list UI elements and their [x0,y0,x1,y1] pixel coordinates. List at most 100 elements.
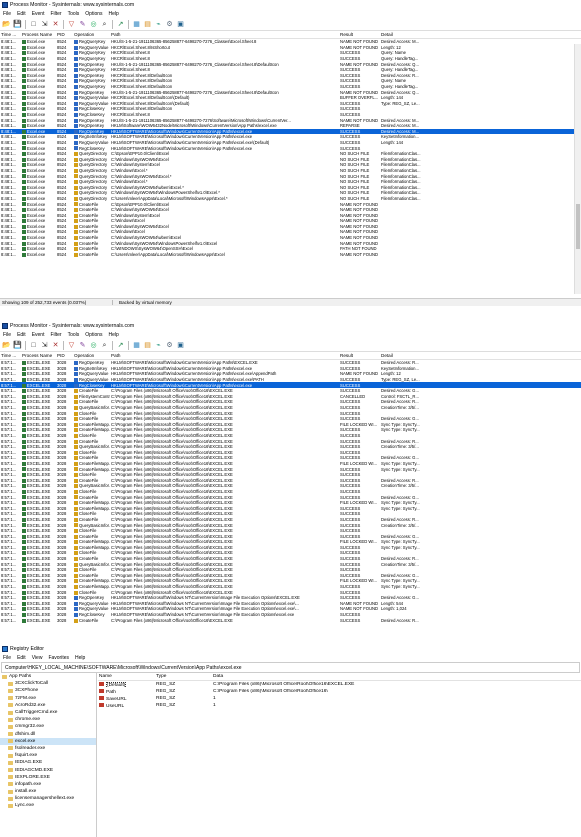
event-row[interactable]: 8:48:1... Excel.exe 8524 QueryDirectory C:\W… [0,156,581,162]
event-row[interactable]: 8:57:1... EXCEL.EXE 3028 CreateFileMapp... C… [0,545,581,551]
event-row[interactable]: 8:57:1... EXCEL.EXE 3028 CreateFile C:\Progr… [0,533,581,539]
menu-file[interactable]: File [3,655,11,661]
tree-node-calltriggercmd-exe[interactable]: CallTriggerCmd.exe [0,709,96,716]
menu-help[interactable]: Help [75,655,85,661]
process-activity-icon[interactable]: ⚙ [165,341,174,350]
event-row[interactable]: 8:57:1... EXCEL.EXE 3028 QueryBasicInfor...… [0,561,581,567]
event-row[interactable]: 8:57:1... EXCEL.EXE 3028 CreateFile C:\Progr… [0,416,581,422]
event-row[interactable]: 8:57:1... EXCEL.EXE 3028 CreateFile C:\Progr… [0,477,581,483]
tree-node-iediag-exe[interactable]: IEDIAG.EXE [0,759,96,766]
target-icon[interactable]: ◎ [89,341,98,350]
event-row[interactable]: 8:57:1... EXCEL.EXE 3028 RegQueryValue HKLM\… [0,377,581,383]
event-row[interactable]: 8:57:1... EXCEL.EXE 3028 CreateFileMapp... C… [0,422,581,428]
event-row[interactable]: 8:57:1... EXCEL.EXE 3028 QueryBasicInfor...… [0,444,581,450]
highlight-icon[interactable]: ✎ [78,20,87,29]
event-row[interactable]: 8:48:1... Excel.exe 8524 RegOpenKey HKU\S-1-… [0,89,581,95]
tree-node-dfshim-dll[interactable]: dfshim.dll [0,731,96,738]
tree-node-fsquirt-exe[interactable]: fsquirt.exe [0,752,96,759]
clear-icon[interactable]: ✕ [51,341,60,350]
column-header-detail[interactable]: Detail [380,353,581,358]
filter-icon[interactable]: ▽ [67,20,76,29]
menu-edit[interactable]: Edit [17,655,26,661]
menu-view[interactable]: View [32,655,43,661]
column-header-path[interactable]: Path [110,32,339,37]
event-row[interactable]: 8:48:1... Excel.exe 8524 RegQueryValue HKLM\… [0,140,581,146]
column-header-operation[interactable]: Operation [73,32,110,37]
tree-node-acrord32-exe[interactable]: AcroRd32.exe [0,702,96,709]
event-row[interactable]: 8:48:1... Excel.exe 8524 RegQueryValue HKCR\… [0,95,581,101]
tree-node-fsolreader-exe[interactable]: fsolreader.exe [0,745,96,752]
event-row[interactable]: 8:48:1... Excel.exe 8524 QueryDirectory C:\W… [0,173,581,179]
menu-tools[interactable]: Tools [68,11,80,17]
target-icon[interactable]: ◎ [89,20,98,29]
process-activity-icon[interactable]: ⚙ [165,20,174,29]
event-row[interactable]: 8:48:1... Excel.exe 8524 QueryDirectory C:\E… [0,151,581,157]
menu-file[interactable]: File [3,332,11,338]
jump-icon[interactable]: ↗ [116,341,125,350]
column-header-time[interactable]: Time ... [0,32,21,37]
network-activity-icon[interactable]: ⌁ [154,341,163,350]
event-row[interactable]: 8:48:1... Excel.exe 8524 RegOpenKey HKLM\SOF… [0,128,581,135]
highlight-icon[interactable]: ✎ [78,341,87,350]
event-row[interactable]: 8:57:1... EXCEL.EXE 3028 CreateFileMapp... C… [0,584,581,590]
tree-node-infopath-exe[interactable]: infopath.exe [0,781,96,788]
column-header-result[interactable]: Result [339,353,380,358]
tree-node-iediagcmd-exe[interactable]: IEDIAGCMD.EXE [0,766,96,773]
column-header-detail[interactable]: Detail [380,32,581,37]
event-row[interactable]: 8:57:1... EXCEL.EXE 3028 RegOpenKey HKLM\SOF… [0,595,581,601]
event-row[interactable]: 8:48:1... Excel.exe 8524 QueryDirectory C:\W… [0,168,581,174]
jump-icon[interactable]: ↗ [116,20,125,29]
event-row[interactable]: 8:57:1... EXCEL.EXE 3028 CreateFile C:\Progr… [0,455,581,461]
event-row[interactable]: 8:57:1... EXCEL.EXE 3028 CreateFile C:\Progr… [0,399,581,405]
capture-icon[interactable]: □ [29,341,38,350]
event-row[interactable]: 8:57:1... EXCEL.EXE 3028 RegQueryValue HKLM\… [0,601,581,607]
event-row[interactable]: 8:57:1... EXCEL.EXE 3028 FileSystemControl C… [0,394,581,400]
event-row[interactable]: 8:48:1... Excel.exe 8524 QueryDirectory C:\W… [0,179,581,185]
event-row[interactable]: 8:57:1... EXCEL.EXE 3028 CreateFileMapp... C… [0,578,581,584]
menu-event[interactable]: Event [32,332,45,338]
file-activity-icon[interactable]: ▤ [143,341,152,350]
event-row[interactable]: 8:48:1... Excel.exe 8524 QueryDirectory C:\W… [0,162,581,168]
event-row[interactable]: 8:57:1... EXCEL.EXE 3028 CreateFile C:\Progr… [0,494,581,500]
event-row[interactable]: 8:48:1... Excel.exe 8524 RegQueryKey HKCR\Ex… [0,56,581,62]
event-row[interactable]: 8:57:1... EXCEL.EXE 3028 RegSetInfoKey HKLM\… [0,366,581,372]
value-row[interactable]: Path REG_SZ C:\Program Files (x86)\Microso… [98,688,581,695]
event-row[interactable]: 8:57:1... EXCEL.EXE 3028 CreateFileMapp... C… [0,505,581,511]
tree-node-excel-exe[interactable]: excel.exe [0,737,96,745]
menu-file[interactable]: File [3,11,11,17]
tree-node-iexplore-exe[interactable]: IEXPLORE.EXE [0,774,96,781]
address-bar[interactable]: Computer\HKEY_LOCAL_MACHINE\SOFTWARE\Mic… [1,662,580,673]
network-activity-icon[interactable]: ⌁ [154,20,163,29]
event-row[interactable]: 8:48:1... Excel.exe 8524 QueryDirectory C:\W… [0,184,581,190]
find-icon[interactable]: ⌕ [100,341,109,350]
menu-help[interactable]: Help [109,11,119,17]
column-header-result[interactable]: Result [339,32,380,37]
autoscroll-icon[interactable]: ⇲ [40,341,49,350]
tree-node-licensemanagershellext-exe[interactable]: licensemanagershellext.exe [0,795,96,802]
value-row[interactable]: (Default) REG_SZ C:\Program Files (x86)\Mi… [98,681,581,688]
tree-node-install-exe[interactable]: install.exe [0,788,96,795]
column-header-name[interactable]: Name [98,674,155,679]
column-header-process-name[interactable]: Process Name [21,353,56,358]
event-row[interactable]: 8:57:1... EXCEL.EXE 3028 CreateFileMapp... C… [0,500,581,506]
tree-node-app-paths[interactable]: App Paths [0,673,96,680]
event-row[interactable]: 8:48:1... Excel.exe 8524 RegQueryValue HKCR\… [0,101,581,107]
event-row[interactable]: 8:57:1... EXCEL.EXE 3028 CreateFile C:\Progr… [0,388,581,394]
save-icon[interactable]: 💾 [13,20,22,29]
event-row[interactable]: 8:48:1... Excel.exe 8524 RegSetInfoKey HKLM\… [0,134,581,140]
open-icon[interactable]: 📂 [2,341,11,350]
column-header-process-name[interactable]: Process Name [21,32,56,37]
event-row[interactable]: 8:57:1... EXCEL.EXE 3028 CreateFile C:\Progr… [0,556,581,562]
tree-node-cmmgr32-exe[interactable]: cmmgr32.exe [0,723,96,730]
vertical-scrollbar[interactable] [574,44,581,294]
registry-activity-icon[interactable]: ▦ [132,341,141,350]
event-row[interactable]: 8:48:1... Excel.exe 8524 RegQueryKey HKCR\Ex… [0,50,581,56]
menu-filter[interactable]: Filter [50,332,61,338]
menu-options[interactable]: Options [85,11,102,17]
event-row[interactable]: 8:57:1... EXCEL.EXE 3028 CreateFileMapp... C… [0,539,581,545]
column-header-path[interactable]: Path [110,353,339,358]
event-row[interactable]: 8:57:1... EXCEL.EXE 3028 RegQueryValue HKLM\… [0,371,581,377]
event-row[interactable]: 8:48:1... Excel.exe 8524 RegOpenKey HKLM\Sof… [0,123,581,129]
event-row[interactable]: 8:48:1... Excel.exe 8524 QueryDirectory C:\W… [0,190,581,196]
event-row[interactable]: 8:48:1... Excel.exe 8524 RegQueryKey HKCR\Ex… [0,78,581,84]
